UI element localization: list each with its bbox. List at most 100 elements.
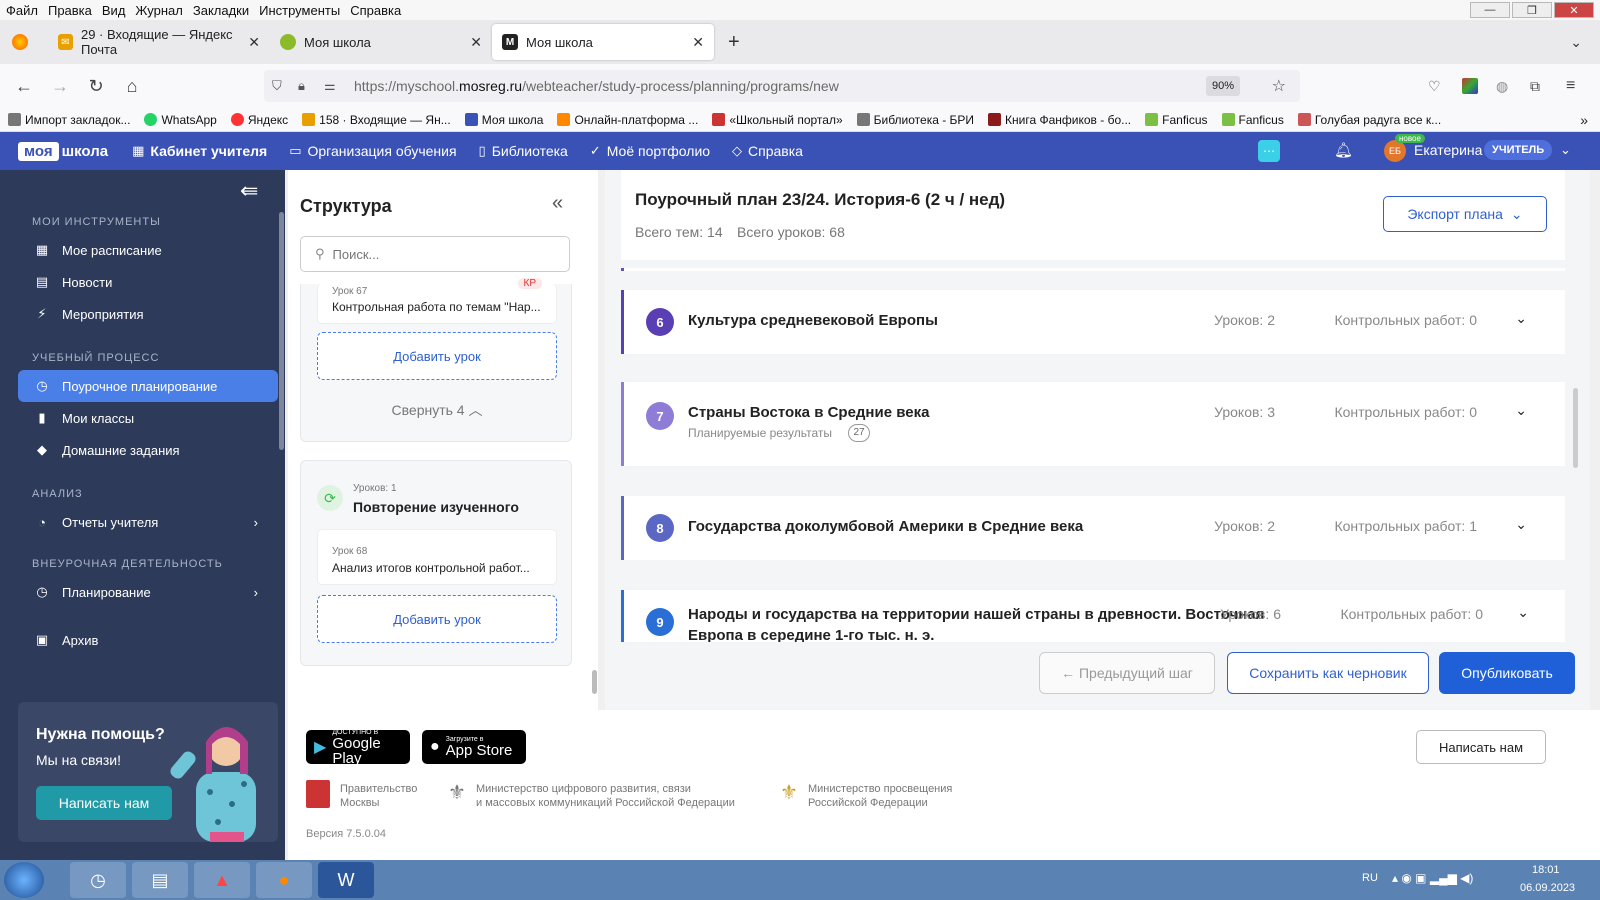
menu-edit[interactable]: Правка <box>48 3 92 18</box>
close-tab-icon[interactable]: ✕ <box>248 34 260 51</box>
bookmark-fanfic-book[interactable]: Книга Фанфиков - бо... <box>988 113 1131 127</box>
main-scrollbar[interactable] <box>1573 388 1578 468</box>
sidebar-item-reports[interactable]: ◔ Отчеты учителя › <box>18 506 278 538</box>
start-button[interactable] <box>4 862 44 898</box>
previous-step-button[interactable]: ← Предыдущий шаг <box>1039 652 1215 694</box>
clock-app-icon[interactable]: ◷ <box>70 862 126 898</box>
menu-history[interactable]: Журнал <box>135 3 182 18</box>
word-icon[interactable]: W <box>318 862 374 898</box>
restore-icon[interactable]: ❐ <box>1512 2 1552 18</box>
menu-view[interactable]: Вид <box>102 3 126 18</box>
firefox-taskbar-icon[interactable]: ● <box>256 862 312 898</box>
add-lesson-button[interactable]: Добавить урок <box>317 595 557 643</box>
role-badge[interactable]: УЧИТЕЛЬ <box>1484 140 1553 160</box>
collapse-lessons-button[interactable]: Свернуть 4 ︿ <box>301 400 573 420</box>
bookmark-import[interactable]: Импорт закладок... <box>8 113 130 127</box>
bell-icon[interactable]: 🔔︎ <box>1334 141 1353 159</box>
sidebar-item-homework[interactable]: ◆ Домашние задания <box>18 434 278 466</box>
bookmark-online-platform[interactable]: Онлайн-платформа ... <box>557 113 698 127</box>
menu-bookmarks[interactable]: Закладки <box>193 3 249 18</box>
pocket-icon[interactable]: ♡ <box>1428 78 1441 95</box>
search-input[interactable] <box>332 246 533 262</box>
url-bar[interactable]: ⛉ 🔒︎ ⚌ https://myschool.mosreg.ru/webtea… <box>264 70 1300 102</box>
sidebar-item-archive[interactable]: ▣ Архив <box>18 624 278 656</box>
star-icon[interactable]: ☆ <box>1272 76 1286 96</box>
planned-results-label[interactable]: Планируемые результаты <box>688 426 832 440</box>
minimize-icon[interactable]: — <box>1470 2 1510 18</box>
search-field[interactable]: ⚲ <box>300 236 570 272</box>
firefox-icon[interactable] <box>12 34 28 50</box>
bookmark-whatsapp[interactable]: WhatsApp <box>144 113 217 127</box>
write-us-footer-button[interactable]: Написать нам <box>1416 730 1546 764</box>
lock-icon[interactable]: 🔒︎ <box>298 78 305 94</box>
nav-organization[interactable]: ▭ Организация обучения <box>289 143 456 159</box>
export-plan-button[interactable]: Экспорт плана ⌄ <box>1383 196 1547 232</box>
add-lesson-button[interactable]: Добавить урок <box>317 332 557 380</box>
permissions-icon[interactable]: ⚌ <box>324 78 336 94</box>
topic-row-7[interactable]: 7 Страны Востока в Средние века Планируе… <box>621 382 1565 466</box>
chevron-down-icon[interactable]: ⌄ <box>1515 402 1527 419</box>
bookmark-school-portal[interactable]: «Школьный портал» <box>712 113 843 127</box>
close-window-icon[interactable]: ✕ <box>1554 2 1594 18</box>
pdf-reader-icon[interactable]: ▲ <box>194 862 250 898</box>
lesson-item-68[interactable]: Урок 68 Анализ итогов контрольной работ.… <box>317 529 557 585</box>
language-indicator[interactable]: RU <box>1362 872 1378 884</box>
bookmark-fanficus-2[interactable]: Fanficus <box>1221 113 1284 127</box>
tab-yandex-mail[interactable]: ✉ 29 · Входящие — Яндекс Почта ✕ <box>48 24 270 60</box>
collapse-panel-icon[interactable]: « <box>552 192 563 215</box>
nav-library[interactable]: ▯ Библиотека <box>479 143 568 159</box>
gov-digital-ministry[interactable]: Министерство цифрового развития, связи и … <box>476 782 735 810</box>
gov-moscow[interactable]: Правительство Москвы <box>340 782 417 810</box>
bookmark-fanficus-1[interactable]: Fanficus <box>1145 113 1208 127</box>
structure-scrollbar[interactable] <box>592 670 597 694</box>
nav-teacher-cabinet[interactable]: ▦ Кабинет учителя <box>132 143 267 159</box>
sidebar-scrollbar[interactable] <box>279 212 284 450</box>
sidebar-item-lesson-planning[interactable]: ◷ Поурочное планирование <box>18 370 278 402</box>
close-tab-icon[interactable]: ✕ <box>692 34 704 51</box>
sidebar-item-news[interactable]: ▤ Новости <box>18 266 278 298</box>
menu-file[interactable]: Файл <box>6 3 38 18</box>
topic-row-6[interactable]: 6 Культура средневековой Европы Уроков: … <box>621 290 1565 354</box>
google-play-badge[interactable]: ▶ ДОСТУПНО В Google Play <box>306 729 410 766</box>
nav-help[interactable]: ◇ Справка <box>732 143 803 159</box>
reload-icon[interactable]: ↻ <box>84 74 108 98</box>
write-us-button[interactable]: Написать нам <box>36 786 172 820</box>
topic-row-9[interactable]: 9 Народы и государства на территории наш… <box>621 590 1565 644</box>
chevron-down-icon[interactable]: ⌄ <box>1515 310 1527 327</box>
topic-row-8[interactable]: 8 Государства доколумбовой Америки в Сре… <box>621 496 1565 560</box>
clock-date[interactable]: 06.09.2023 <box>1520 882 1575 894</box>
save-draft-button[interactable]: Сохранить как черновик <box>1227 652 1429 694</box>
extensions-puzzle-icon[interactable]: ⧉ <box>1530 78 1540 95</box>
bookmark-rainbow[interactable]: Голубая радуга все к... <box>1297 113 1441 127</box>
tab-myschool-2[interactable]: M Моя школа ✕ <box>492 24 714 60</box>
bookmark-library[interactable]: Библиотека - БРИ <box>856 113 974 127</box>
gov-education-ministry[interactable]: Министерство просвещения Российской Федер… <box>808 782 952 810</box>
app-store-badge[interactable]: ● Загрузите в App Store <box>422 730 526 764</box>
sidebar-item-events[interactable]: ⚡︎ Мероприятия <box>18 298 278 330</box>
tab-myschool-1[interactable]: Моя школа ✕ <box>270 24 492 60</box>
home-icon[interactable]: ⌂ <box>120 74 144 98</box>
forward-icon[interactable]: → <box>48 74 72 98</box>
bookmark-yandex-mail[interactable]: 158 · Входящие — Ян... <box>302 113 451 127</box>
bookmark-myschool[interactable]: Моя школа <box>464 113 543 127</box>
user-name[interactable]: Екатерина <box>1414 142 1482 158</box>
chevron-down-icon[interactable]: ⌄ <box>1515 516 1527 533</box>
back-icon[interactable]: ← <box>12 74 36 98</box>
close-tab-icon[interactable]: ✕ <box>470 34 482 51</box>
sidebar-item-extracurricular-planning[interactable]: ◷ Планирование › <box>18 576 278 608</box>
bookmark-yandex[interactable]: Яндекс <box>230 113 288 127</box>
lesson-item-67[interactable]: Урок 67 Контрольная работа по темам "Нар… <box>317 278 557 324</box>
publish-button[interactable]: Опубликовать <box>1439 652 1575 694</box>
more-bookmarks-icon[interactable]: » <box>1580 112 1588 128</box>
hamburger-menu-icon[interactable]: ≡ <box>1566 77 1575 95</box>
tab-list-icon[interactable]: ⌄ <box>1570 34 1582 51</box>
clock-time[interactable]: 18:01 <box>1532 864 1560 876</box>
menu-help[interactable]: Справка <box>350 3 401 18</box>
explorer-icon[interactable]: ▤ <box>132 862 188 898</box>
zoom-level[interactable]: 90% <box>1205 76 1240 96</box>
chevron-down-icon[interactable]: ⌄ <box>1517 604 1529 621</box>
sidebar-item-my-classes[interactable]: ▮ Мои классы <box>18 402 278 434</box>
extension-icon[interactable] <box>1462 78 1478 94</box>
avatar[interactable]: ЕБ <box>1384 140 1406 162</box>
chevron-down-icon[interactable]: ⌄ <box>1560 142 1571 158</box>
